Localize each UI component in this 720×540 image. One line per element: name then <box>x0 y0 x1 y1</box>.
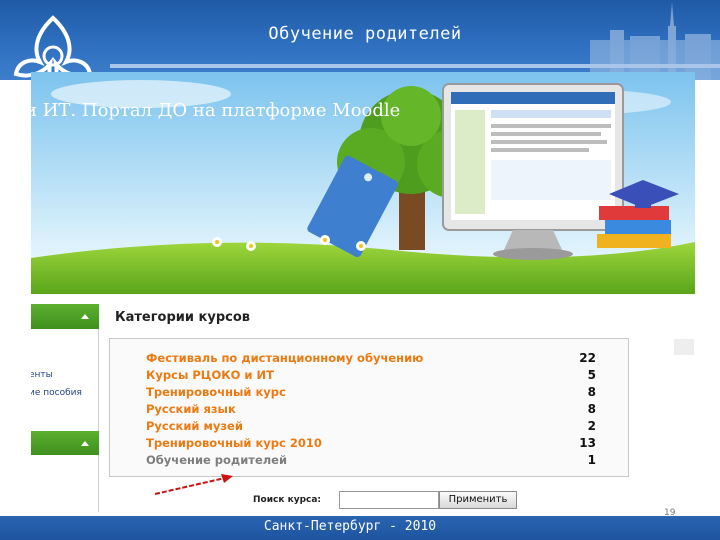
portal-banner-title: и ИТ. Портал ДО на платформе Moodle <box>31 100 401 121</box>
sidebar-link[interactable]: ие пособия <box>31 388 82 398</box>
city-skyline-image <box>590 2 720 80</box>
search-label: Поиск курса: <box>253 495 322 505</box>
list-item: Русский музей 2 <box>146 419 596 436</box>
list-item: Тренировочный курс 2010 13 <box>146 436 596 453</box>
moodle-portal-screenshot: и ИТ. Портал ДО на платформе Moodle енты… <box>31 72 695 512</box>
sidebar-block-header[interactable] <box>31 431 99 455</box>
category-link-highlighted[interactable]: Обучение родителей <box>146 453 287 467</box>
category-link[interactable]: Русский язык <box>146 402 236 416</box>
course-count: 2 <box>587 419 596 433</box>
highlight-arrow-icon <box>154 474 233 495</box>
collapse-arrow-icon[interactable] <box>81 314 89 319</box>
sidebar-link[interactable]: енты <box>31 370 53 380</box>
course-count: 8 <box>587 385 596 399</box>
sidebar-panel <box>31 329 99 512</box>
course-categories-heading: Категории курсов <box>115 310 250 325</box>
course-count: 5 <box>587 368 596 382</box>
course-count: 22 <box>579 351 596 365</box>
slide-footer: Санкт-Петербург - 2010 <box>0 516 720 540</box>
list-item: Курсы РЦОКО и ИТ 5 <box>146 368 596 385</box>
category-link[interactable]: Курсы РЦОКО и ИТ <box>146 368 274 382</box>
course-count: 1 <box>587 453 596 467</box>
category-link[interactable]: Тренировочный курс <box>146 385 286 399</box>
list-item: Обучение родителей 1 <box>146 453 596 470</box>
course-categories-list: Фестиваль по дистанционному обучению 22 … <box>109 338 629 477</box>
list-item: Фестиваль по дистанционному обучению 22 <box>146 351 596 368</box>
course-count: 13 <box>579 436 596 450</box>
organization-logo <box>13 15 93 80</box>
list-item: Русский язык 8 <box>146 402 596 419</box>
header-divider <box>110 64 720 68</box>
search-input[interactable] <box>339 491 439 509</box>
collapse-arrow-icon[interactable] <box>81 441 89 446</box>
category-link[interactable]: Фестиваль по дистанционному обучению <box>146 351 423 365</box>
side-block-edge <box>674 339 694 355</box>
slide-header: Обучение родителей <box>0 0 720 80</box>
sidebar-block-header[interactable] <box>31 304 99 329</box>
portal-banner: и ИТ. Портал ДО на платформе Moodle <box>31 72 695 294</box>
footer-text: Санкт-Петербург - 2010 <box>263 519 437 534</box>
slide-title: Обучение родителей <box>268 24 462 44</box>
course-count: 8 <box>587 402 596 416</box>
apply-button[interactable]: Применить <box>439 491 517 509</box>
list-item: Тренировочный курс 8 <box>146 385 596 402</box>
category-link[interactable]: Тренировочный курс 2010 <box>146 436 322 450</box>
category-link[interactable]: Русский музей <box>146 419 243 433</box>
